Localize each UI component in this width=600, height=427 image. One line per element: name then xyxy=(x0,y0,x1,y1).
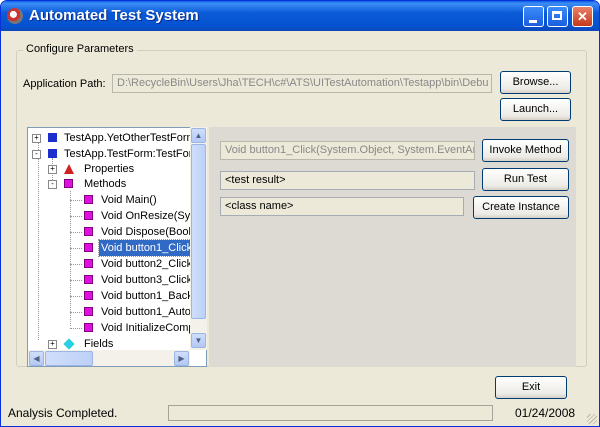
scroll-up-icon[interactable]: ▲ xyxy=(191,128,206,143)
type-tree[interactable]: + TestApp.YetOtherTestForm - TestApp.Tes… xyxy=(27,127,207,367)
resize-grip-icon[interactable] xyxy=(587,414,597,424)
browse-label: Browse... xyxy=(512,76,559,88)
expand-icon[interactable]: + xyxy=(32,134,41,143)
app-path-label: Application Path: xyxy=(23,78,106,90)
class-icon xyxy=(48,133,57,142)
tree-item-label: Void Main() xyxy=(101,194,157,206)
tree-item-label: Void button2_Click(S xyxy=(101,258,204,270)
launch-button[interactable]: Launch... xyxy=(500,98,571,121)
method-icon xyxy=(84,323,93,332)
method-icon xyxy=(84,243,93,252)
close-icon[interactable]: ✕ xyxy=(572,6,593,27)
scroll-left-icon[interactable]: ◀ xyxy=(29,351,44,366)
class-name-field[interactable]: <class name> xyxy=(220,197,464,216)
method-icon xyxy=(84,195,93,204)
config-group-label: Configure Parameters xyxy=(23,43,137,55)
run-test-label: Run Test xyxy=(503,173,548,185)
tree-item-label: Void button1_BackC xyxy=(101,290,201,302)
main-window: Automated Test System ✕ Configure Parame… xyxy=(0,0,600,427)
tree-item-label: TestApp.TestForm:TestForm xyxy=(64,148,202,160)
method-icon xyxy=(84,307,93,316)
collapse-icon[interactable]: - xyxy=(32,150,41,159)
tree-item-label: Void Dispose(Boolea xyxy=(101,226,204,238)
app-path-field[interactable]: D:\RecycleBin\Users\Jha\TECH\c#\ATS\UITe… xyxy=(112,74,492,93)
invoke-method-label: Invoke Method xyxy=(489,144,562,156)
tree-item-label: Void InitializeCompo xyxy=(101,322,201,334)
minimize-icon[interactable] xyxy=(523,6,544,27)
method-icon xyxy=(64,179,73,188)
run-test-button[interactable]: Run Test xyxy=(482,168,569,191)
tree-vertical-scrollbar[interactable]: ▲ ▼ xyxy=(190,127,207,350)
tree-item-label: Void button3_Click(S xyxy=(101,274,204,286)
launch-label: Launch... xyxy=(512,103,559,115)
tree-item-label: Void button1_AutoS xyxy=(101,306,199,318)
property-icon xyxy=(64,164,74,174)
exit-label: Exit xyxy=(521,381,541,393)
method-icon xyxy=(84,275,93,284)
expand-icon[interactable]: + xyxy=(48,340,57,349)
scroll-thumb[interactable] xyxy=(45,351,93,366)
invoke-method-button[interactable]: Invoke Method xyxy=(482,139,569,162)
test-result-field[interactable]: <test result> xyxy=(220,171,475,190)
tree-item-label: Properties xyxy=(84,163,135,175)
create-instance-button[interactable]: Create Instance xyxy=(473,196,569,219)
expand-icon[interactable]: + xyxy=(48,165,57,174)
maximize-icon[interactable] xyxy=(547,6,568,27)
tree-item-label: Methods xyxy=(84,178,127,190)
tree-item-label: TestApp.YetOtherTestForm xyxy=(64,132,196,144)
scroll-down-icon[interactable]: ▼ xyxy=(191,333,206,348)
field-icon xyxy=(63,338,75,350)
status-date: 01/24/2008 xyxy=(515,406,576,420)
method-icon xyxy=(84,291,93,300)
title-bar[interactable]: Automated Test System ✕ xyxy=(1,1,599,31)
browse-button[interactable]: Browse... xyxy=(500,71,571,94)
create-instance-label: Create Instance xyxy=(482,201,560,213)
scroll-right-icon[interactable]: ▶ xyxy=(174,351,189,366)
class-icon xyxy=(48,149,57,158)
action-panel xyxy=(209,127,576,367)
status-progress-field xyxy=(168,405,493,421)
app-icon[interactable] xyxy=(7,8,23,24)
tree-horizontal-scrollbar[interactable]: ◀ ▶ xyxy=(28,350,190,366)
method-signature-field[interactable]: Void button1_Click(System.Object, System… xyxy=(220,141,475,160)
method-icon xyxy=(84,227,93,236)
scroll-thumb[interactable] xyxy=(191,144,206,319)
exit-button[interactable]: Exit xyxy=(495,376,567,399)
status-message: Analysis Completed. xyxy=(8,406,118,420)
window-title: Automated Test System xyxy=(29,7,199,24)
method-icon xyxy=(84,259,93,268)
collapse-icon[interactable]: - xyxy=(48,180,57,189)
method-icon xyxy=(84,211,93,220)
